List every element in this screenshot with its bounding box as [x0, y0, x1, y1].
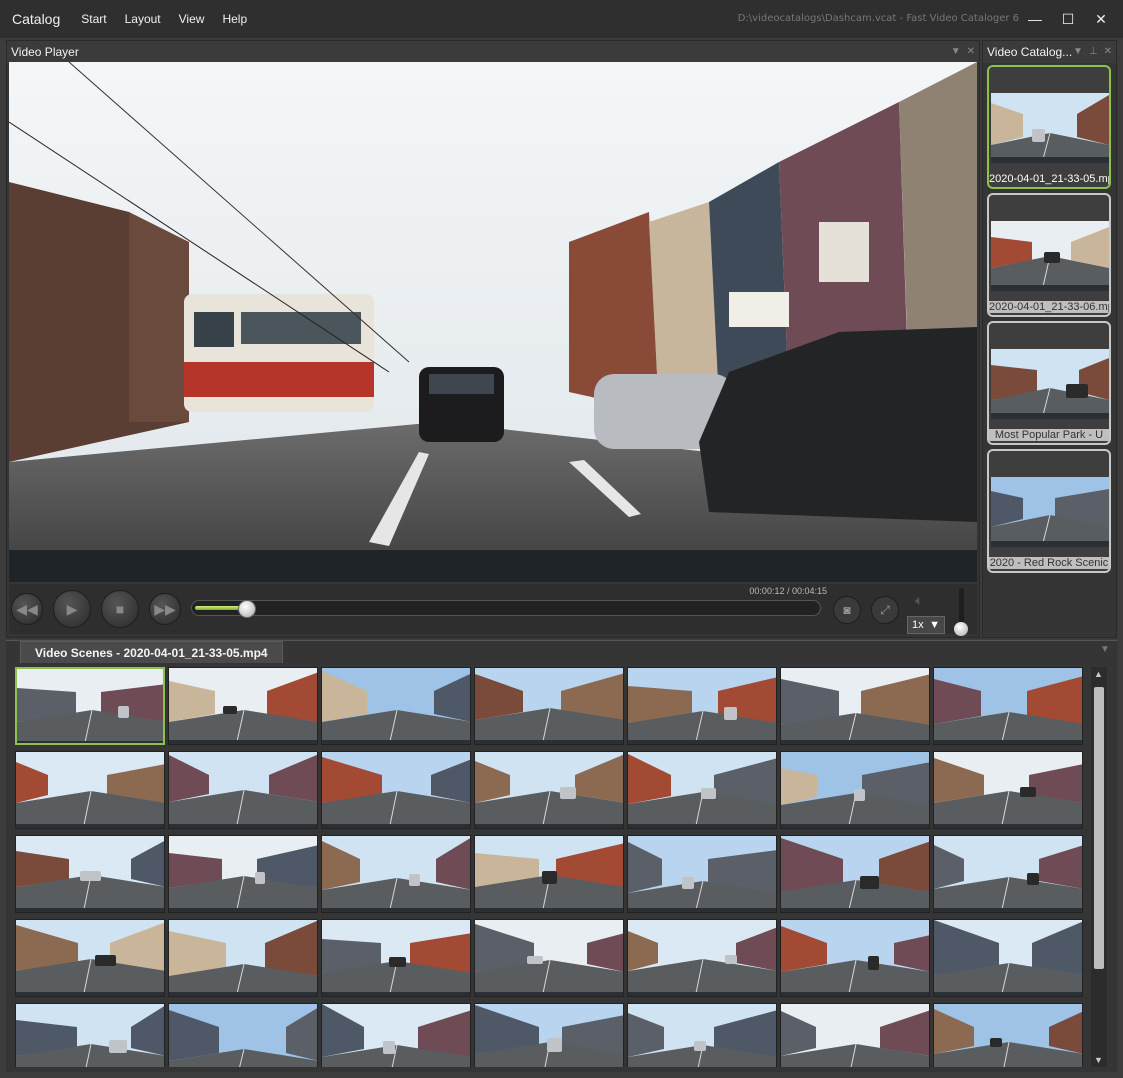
- scene-thumbnail[interactable]: [168, 667, 318, 745]
- scene-thumbnail[interactable]: [780, 1003, 930, 1067]
- scene-thumbnail[interactable]: [780, 919, 930, 997]
- seek-handle[interactable]: [238, 600, 256, 618]
- app-window: Catalog Start Layout View Help D:\videoc…: [0, 0, 1123, 1078]
- fast-forward-button[interactable]: ▶▶: [149, 593, 181, 625]
- scene-thumbnail[interactable]: [933, 751, 1083, 829]
- stop-button[interactable]: ■: [101, 590, 139, 628]
- time-readout: 00:00:12 / 00:04:15: [749, 586, 827, 596]
- scene-thumbnail[interactable]: [933, 835, 1083, 913]
- tab-video-scenes[interactable]: Video Scenes - 2020-04-01_21-33-05.mp4: [20, 641, 283, 663]
- menu-help[interactable]: Help: [213, 12, 256, 26]
- video-player-title: Video Player: [11, 45, 79, 59]
- fullscreen-button[interactable]: ⤢: [871, 596, 899, 624]
- menu-layout[interactable]: Layout: [116, 12, 170, 26]
- video-frame-image: [9, 62, 977, 582]
- scene-thumbnail[interactable]: [168, 1003, 318, 1067]
- panel-menu-icon[interactable]: ▼: [951, 46, 961, 57]
- scene-thumbnail[interactable]: [627, 751, 777, 829]
- play-icon: ▶: [66, 600, 78, 617]
- speed-select[interactable]: 1x ▼: [907, 616, 945, 634]
- scroll-thumb[interactable]: [1094, 687, 1104, 969]
- catalog-item[interactable]: 2020 - Red Rock Scenic: [987, 449, 1111, 573]
- catalog-item-label: Most Popular Park - U: [989, 429, 1109, 441]
- volume-icon[interactable]: 🔈︎: [915, 592, 923, 609]
- video-catalog-panel: Video Catalog... ▼ ⊥ ✕ 2020-04-01_21-33-05…: [982, 40, 1117, 638]
- snapshot-button[interactable]: ◙: [833, 596, 861, 624]
- maximize-button[interactable]: ☐: [1057, 8, 1079, 30]
- camera-icon: ◙: [843, 603, 851, 617]
- scene-thumbnail[interactable]: [474, 1003, 624, 1067]
- catalog-thumbnail: [991, 221, 1109, 291]
- scene-thumbnail[interactable]: [780, 835, 930, 913]
- catalog-item[interactable]: 2020-04-01_21-33-05.mp4: [987, 65, 1111, 189]
- scene-thumbnail[interactable]: [627, 835, 777, 913]
- video-scenes-title: Video Scenes - 2020-04-01_21-33-05.mp4: [35, 645, 268, 660]
- video-frame[interactable]: [9, 62, 977, 582]
- scene-thumbnail[interactable]: [627, 919, 777, 997]
- scene-thumbnail[interactable]: [168, 751, 318, 829]
- menu-catalog[interactable]: Catalog: [0, 11, 72, 27]
- scene-thumbnail[interactable]: [321, 919, 471, 997]
- scene-thumbnail[interactable]: [321, 667, 471, 745]
- scene-scrollbar[interactable]: ▲ ▼: [1091, 667, 1107, 1067]
- play-button[interactable]: ▶: [53, 590, 91, 628]
- expand-icon: ⤢: [880, 602, 890, 617]
- scene-thumbnail[interactable]: [933, 919, 1083, 997]
- scroll-up-icon[interactable]: ▲: [1094, 669, 1103, 679]
- panel-close-icon[interactable]: ✕: [1104, 46, 1112, 57]
- chevron-down-icon: ▼: [929, 619, 940, 631]
- scene-thumbnail[interactable]: [780, 667, 930, 745]
- rewind-button[interactable]: ◀◀: [11, 593, 43, 625]
- panel-menu-icon[interactable]: ▼: [1073, 46, 1083, 57]
- scene-thumbnail[interactable]: [933, 1003, 1083, 1067]
- volume-handle[interactable]: [954, 622, 968, 636]
- catalog-thumbnail: [991, 349, 1109, 419]
- scene-thumbnail[interactable]: [321, 751, 471, 829]
- scene-thumbnail[interactable]: [474, 667, 624, 745]
- video-catalog-title: Video Catalog...: [987, 45, 1073, 59]
- catalog-item-label: 2020-04-01_21-33-06.mp4: [989, 301, 1109, 313]
- pin-icon[interactable]: ⊥: [1089, 46, 1098, 57]
- scene-thumbnail[interactable]: [168, 919, 318, 997]
- scene-thumbnail[interactable]: [780, 751, 930, 829]
- scene-thumbnail[interactable]: [474, 919, 624, 997]
- scene-grid: [15, 667, 1088, 1067]
- scene-thumbnail[interactable]: [15, 667, 165, 745]
- catalog-thumbnail: [991, 477, 1109, 547]
- fast-forward-icon: ▶▶: [154, 600, 176, 617]
- scene-thumbnail[interactable]: [474, 835, 624, 913]
- catalog-item[interactable]: Most Popular Park - U: [987, 321, 1111, 445]
- window-title: D:\videocatalogs\Dashcam.vcat - Fast Vid…: [737, 13, 1019, 24]
- catalog-thumbnail: [991, 93, 1109, 163]
- scene-thumbnail[interactable]: [15, 919, 165, 997]
- scene-thumbnail[interactable]: [15, 1003, 165, 1067]
- scene-thumbnail[interactable]: [474, 751, 624, 829]
- scene-thumbnail[interactable]: [627, 1003, 777, 1067]
- scene-thumbnail[interactable]: [321, 1003, 471, 1067]
- seek-bar[interactable]: [191, 600, 821, 618]
- menu-start[interactable]: Start: [72, 12, 115, 26]
- video-player-header: Video Player ▼ ✕: [7, 41, 979, 63]
- catalog-item-label: 2020-04-01_21-33-05.mp4: [989, 173, 1109, 185]
- catalog-item-label: 2020 - Red Rock Scenic: [989, 557, 1109, 569]
- panel-close-icon[interactable]: ✕: [967, 46, 975, 57]
- panel-menu-icon[interactable]: ▼: [1100, 644, 1110, 655]
- scene-thumbnail[interactable]: [321, 835, 471, 913]
- rewind-icon: ◀◀: [16, 600, 38, 617]
- player-controls: ◀◀ ▶ ■ ▶▶ 00:00:12 / 00:04:15 ◙ ⤢ 🔈︎ 1x ▼: [9, 584, 977, 636]
- menu-view[interactable]: View: [170, 12, 214, 26]
- scene-thumbnail[interactable]: [15, 751, 165, 829]
- video-catalog-header: Video Catalog... ▼ ⊥ ✕: [983, 41, 1116, 63]
- catalog-item[interactable]: 2020-04-01_21-33-06.mp4: [987, 193, 1111, 317]
- menu-bar: Catalog Start Layout View Help D:\videoc…: [0, 0, 1123, 38]
- scene-thumbnail[interactable]: [627, 667, 777, 745]
- scene-thumbnail[interactable]: [168, 835, 318, 913]
- close-window-button[interactable]: ✕: [1090, 8, 1112, 30]
- minimize-button[interactable]: —: [1024, 8, 1046, 30]
- scene-thumbnail[interactable]: [15, 835, 165, 913]
- stop-icon: ■: [115, 601, 125, 617]
- speed-value: 1x: [912, 619, 924, 631]
- scene-thumbnail[interactable]: [933, 667, 1083, 745]
- scroll-down-icon[interactable]: ▼: [1094, 1055, 1103, 1065]
